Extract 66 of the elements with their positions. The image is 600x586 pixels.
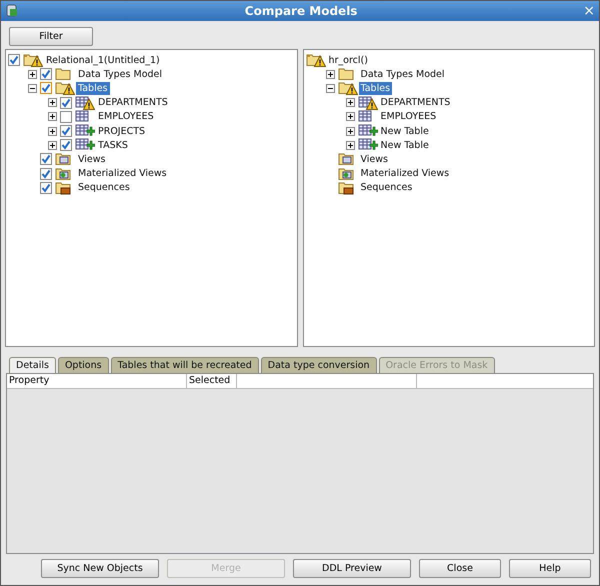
tree-item[interactable]: Materialized Views [76,167,169,180]
app-icon [5,4,19,18]
folder-icon [338,81,358,96]
checkbox[interactable] [40,82,52,94]
tree-item[interactable]: DEPARTMENTS [378,96,452,110]
folder-icon [23,53,43,68]
expander-icon[interactable] [346,112,358,122]
checkbox[interactable] [60,125,72,138]
tree-item[interactable]: Relational_1(Untitled_1) [44,54,162,67]
table-icon [358,124,378,138]
filter-button[interactable]: Filter [9,26,93,46]
checkbox[interactable] [40,182,52,194]
tree-item[interactable]: TASKS [96,138,130,152]
tree-item[interactable]: Data Types Model [358,68,447,81]
tree-item[interactable]: Views [358,152,390,166]
tree-item[interactable]: Sequences [76,181,132,194]
tree-item[interactable]: New Table [378,124,431,138]
tab[interactable]: Details [9,357,56,373]
tree-item[interactable]: DEPARTMENTS [96,96,170,110]
expander-icon[interactable] [346,98,358,108]
expander-icon[interactable] [48,140,60,150]
expander-icon[interactable] [28,70,40,79]
tree-item[interactable]: hr_orcl() [326,54,370,67]
tree-item[interactable]: Views [76,152,108,166]
checkbox[interactable] [60,96,72,109]
expander-icon[interactable] [346,140,358,150]
tree-item[interactable]: New Table [378,138,431,152]
expander-icon[interactable] [48,112,60,122]
tree-item[interactable]: EMPLOYEES [378,110,438,124]
expander-icon[interactable] [326,70,338,79]
tree-item[interactable]: Sequences [358,181,414,194]
close-button[interactable]: × [583,4,595,18]
table-icon [75,124,95,138]
table-icon [75,138,95,152]
dialog-button[interactable]: DDL Preview [293,558,411,578]
checkbox[interactable] [40,153,52,166]
tree-item[interactable]: PROJECTS [96,124,148,138]
checkbox[interactable] [40,168,52,180]
expander-icon[interactable] [48,126,60,136]
column-header[interactable]: Property [7,374,187,388]
checkbox[interactable] [40,68,52,80]
tab[interactable]: Options [58,357,109,373]
table-icon [75,96,95,110]
tree-item[interactable]: Materialized Views [358,167,452,180]
tree-item[interactable]: Tables [76,82,110,95]
checkbox[interactable] [60,110,72,123]
folder-icon [306,53,326,68]
expander-icon[interactable] [48,98,60,108]
dialog-button[interactable]: Help [509,558,591,578]
folder-icon [55,81,75,96]
tab[interactable]: Tables that will be recreated [110,357,259,373]
tree-item[interactable]: EMPLOYEES [96,110,156,124]
expander-icon[interactable] [28,84,40,93]
expander-icon[interactable] [326,84,338,93]
column-header[interactable]: Selected [187,374,237,388]
window-title: Compare Models [244,4,358,18]
expander-icon[interactable] [346,126,358,136]
dialog-button[interactable]: Sync New Objects [41,558,159,578]
tab[interactable]: Data type conversion [260,357,377,373]
table-icon [358,138,378,152]
dialog-button[interactable]: Close [419,558,501,578]
checkbox[interactable] [8,54,20,66]
tree-item[interactable]: Tables [358,82,392,95]
table-icon [358,96,378,110]
checkbox[interactable] [60,139,72,152]
tree-item[interactable]: Data Types Model [76,68,164,81]
